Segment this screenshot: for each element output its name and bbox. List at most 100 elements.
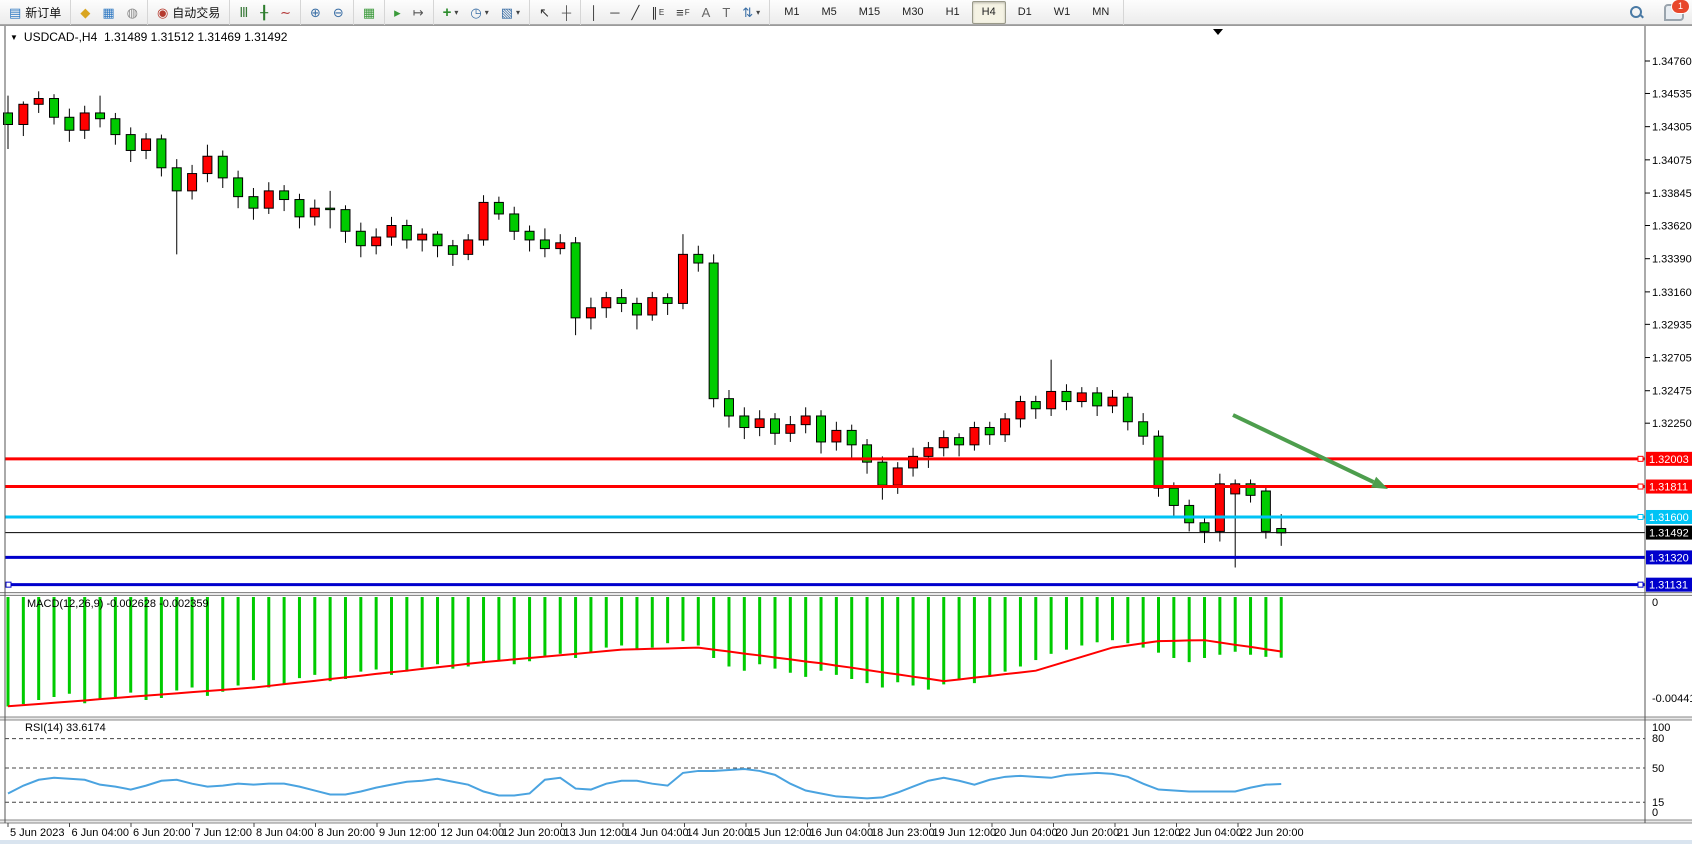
candle-body	[280, 191, 289, 200]
candle-body	[970, 428, 979, 445]
candle-body	[847, 430, 856, 444]
macd-axis-label: 0	[1652, 597, 1658, 609]
horizontal-line-button[interactable]: ─	[605, 1, 624, 24]
candle-body	[678, 254, 687, 303]
rsi-name: RSI(14)	[25, 722, 63, 734]
line-handle[interactable]	[1638, 484, 1643, 489]
chart-widget-button[interactable]: ◆	[75, 1, 95, 24]
candle-body	[34, 99, 43, 105]
time-tick-label: 8 Jun 20:00	[318, 827, 376, 839]
candle-body	[295, 200, 304, 217]
candle-body	[1093, 393, 1102, 406]
candle-body	[924, 448, 933, 457]
timeframe-m15-button[interactable]: M15	[849, 1, 890, 24]
search-icon[interactable]	[1630, 6, 1642, 18]
price-tick-label: 1.34075	[1652, 155, 1692, 167]
candle-body	[939, 438, 948, 448]
tile-windows-button[interactable]: ▦	[358, 1, 380, 24]
timeframe-m30-button[interactable]: M30	[892, 1, 933, 24]
toolbar-groups: ▤新订单◆▦◍◉自动交易Ⅲ╂∼⊕⊖▦▸↦+▾◷▾▧▾↖┼│─╱∥E≡FAT⇅▾M…	[0, 0, 1124, 25]
candle-body	[602, 298, 611, 308]
signals-icon: ◍	[127, 6, 138, 19]
candle-body	[648, 298, 657, 315]
period-clock-button[interactable]: ◷▾	[465, 1, 493, 24]
channel-button[interactable]: ∥E	[646, 1, 669, 24]
crosshair-button[interactable]: ┼	[557, 1, 576, 24]
candle-body	[617, 298, 626, 304]
toolbar-group: ▸↦	[385, 0, 433, 25]
timeframe-m1-button[interactable]: M1	[774, 1, 809, 24]
line-chart-button[interactable]: ∼	[275, 1, 296, 24]
dropdown-arrow-icon[interactable]: ▾	[756, 8, 760, 17]
new-order-button[interactable]: ▤新订单	[4, 1, 66, 24]
auto-scroll-button[interactable]: ▸	[389, 1, 406, 24]
time-tick-label: 16 Jun 04:00	[810, 827, 874, 839]
line-handle[interactable]	[1638, 514, 1643, 519]
chart-canvas[interactable]: 1.347601.345351.343051.340751.338451.336…	[0, 25, 1692, 844]
vertical-line-button[interactable]: │	[585, 1, 603, 24]
bar-chart-button[interactable]: Ⅲ	[234, 1, 253, 24]
candle-body	[878, 462, 887, 485]
market-watch-button[interactable]: ▦	[97, 1, 119, 24]
dropdown-arrow-icon[interactable]: ▾	[485, 8, 489, 17]
chart-window[interactable]: 1.347601.345351.343051.340751.338451.336…	[0, 25, 1692, 844]
chart-shift-button[interactable]: ↦	[408, 1, 429, 24]
fibonacci-button[interactable]: ≡F	[671, 1, 694, 24]
price-tick-label: 1.32250	[1652, 418, 1692, 430]
price-level-tag-label: 1.31811	[1649, 482, 1688, 494]
line-handle[interactable]	[1638, 582, 1643, 587]
candlestick-button[interactable]: ╂	[255, 1, 273, 24]
candle-body	[571, 243, 580, 318]
timeframe-h1-button[interactable]: H1	[936, 1, 970, 24]
candle-body	[1108, 397, 1117, 406]
bar-chart-icon: Ⅲ	[239, 6, 248, 19]
collapse-arrow-icon[interactable]: ▼	[10, 33, 18, 42]
shapes-button[interactable]: ⇅▾	[737, 1, 765, 24]
candle-body	[479, 202, 488, 240]
signals-button[interactable]: ◍	[122, 1, 143, 24]
trendline-icon: ╱	[631, 6, 639, 19]
button-label: M1	[779, 6, 804, 18]
timeframe-d1-button[interactable]: D1	[1008, 1, 1042, 24]
candle-body	[663, 298, 672, 304]
toolbar-group: ↖┼	[530, 0, 581, 25]
line-handle[interactable]	[1638, 456, 1643, 461]
zoom-out-icon: ⊖	[333, 6, 344, 19]
template-button[interactable]: ▧▾	[496, 1, 525, 24]
cursor-button[interactable]: ↖	[534, 1, 555, 24]
macd-values: -0.002628 -0.002359	[106, 598, 208, 610]
toolbar-right: 1	[1630, 4, 1692, 21]
dropdown-arrow-icon[interactable]: ▾	[454, 8, 458, 17]
candlestick-icon: ╂	[260, 6, 268, 19]
candle-body	[19, 104, 28, 124]
macd-axis-label: -0.004415	[1652, 693, 1692, 705]
candle-body	[1001, 419, 1010, 435]
price-tick-label: 1.32475	[1652, 386, 1692, 398]
zoom-in-button[interactable]: ⊕	[305, 1, 326, 24]
chat-icon[interactable]: 1	[1664, 4, 1684, 21]
trendline-button[interactable]: ╱	[626, 1, 644, 24]
time-tick-label: 5 Jun 2023	[10, 827, 64, 839]
line-handle[interactable]	[6, 582, 11, 587]
price-tick-label: 1.33390	[1652, 254, 1692, 266]
zoom-out-button[interactable]: ⊖	[328, 1, 349, 24]
indicators-button[interactable]: +▾	[438, 1, 464, 24]
text-label-button[interactable]: T	[717, 1, 735, 24]
candle-body	[264, 191, 273, 208]
timeframe-m5-button[interactable]: M5	[811, 1, 846, 24]
price-tick-label: 1.33620	[1652, 221, 1692, 233]
toolbar-group: ▦	[354, 0, 385, 25]
time-tick-label: 20 Jun 04:00	[994, 827, 1058, 839]
timeframe-mn-button[interactable]: MN	[1082, 1, 1119, 24]
timeframe-h4-button[interactable]: H4	[972, 1, 1006, 24]
time-tick-label: 7 Jun 12:00	[195, 827, 253, 839]
fibonacci-icon: ≡	[676, 6, 684, 19]
text-button[interactable]: A	[697, 1, 716, 24]
candle-body	[540, 240, 549, 249]
dropdown-arrow-icon[interactable]: ▾	[516, 8, 520, 17]
timeframe-w1-button[interactable]: W1	[1044, 1, 1081, 24]
button-label: 自动交易	[172, 4, 220, 21]
cursor-icon: ↖	[539, 6, 550, 19]
time-tick-label: 14 Jun 04:00	[625, 827, 689, 839]
autotrading-button[interactable]: ◉自动交易	[152, 1, 225, 24]
